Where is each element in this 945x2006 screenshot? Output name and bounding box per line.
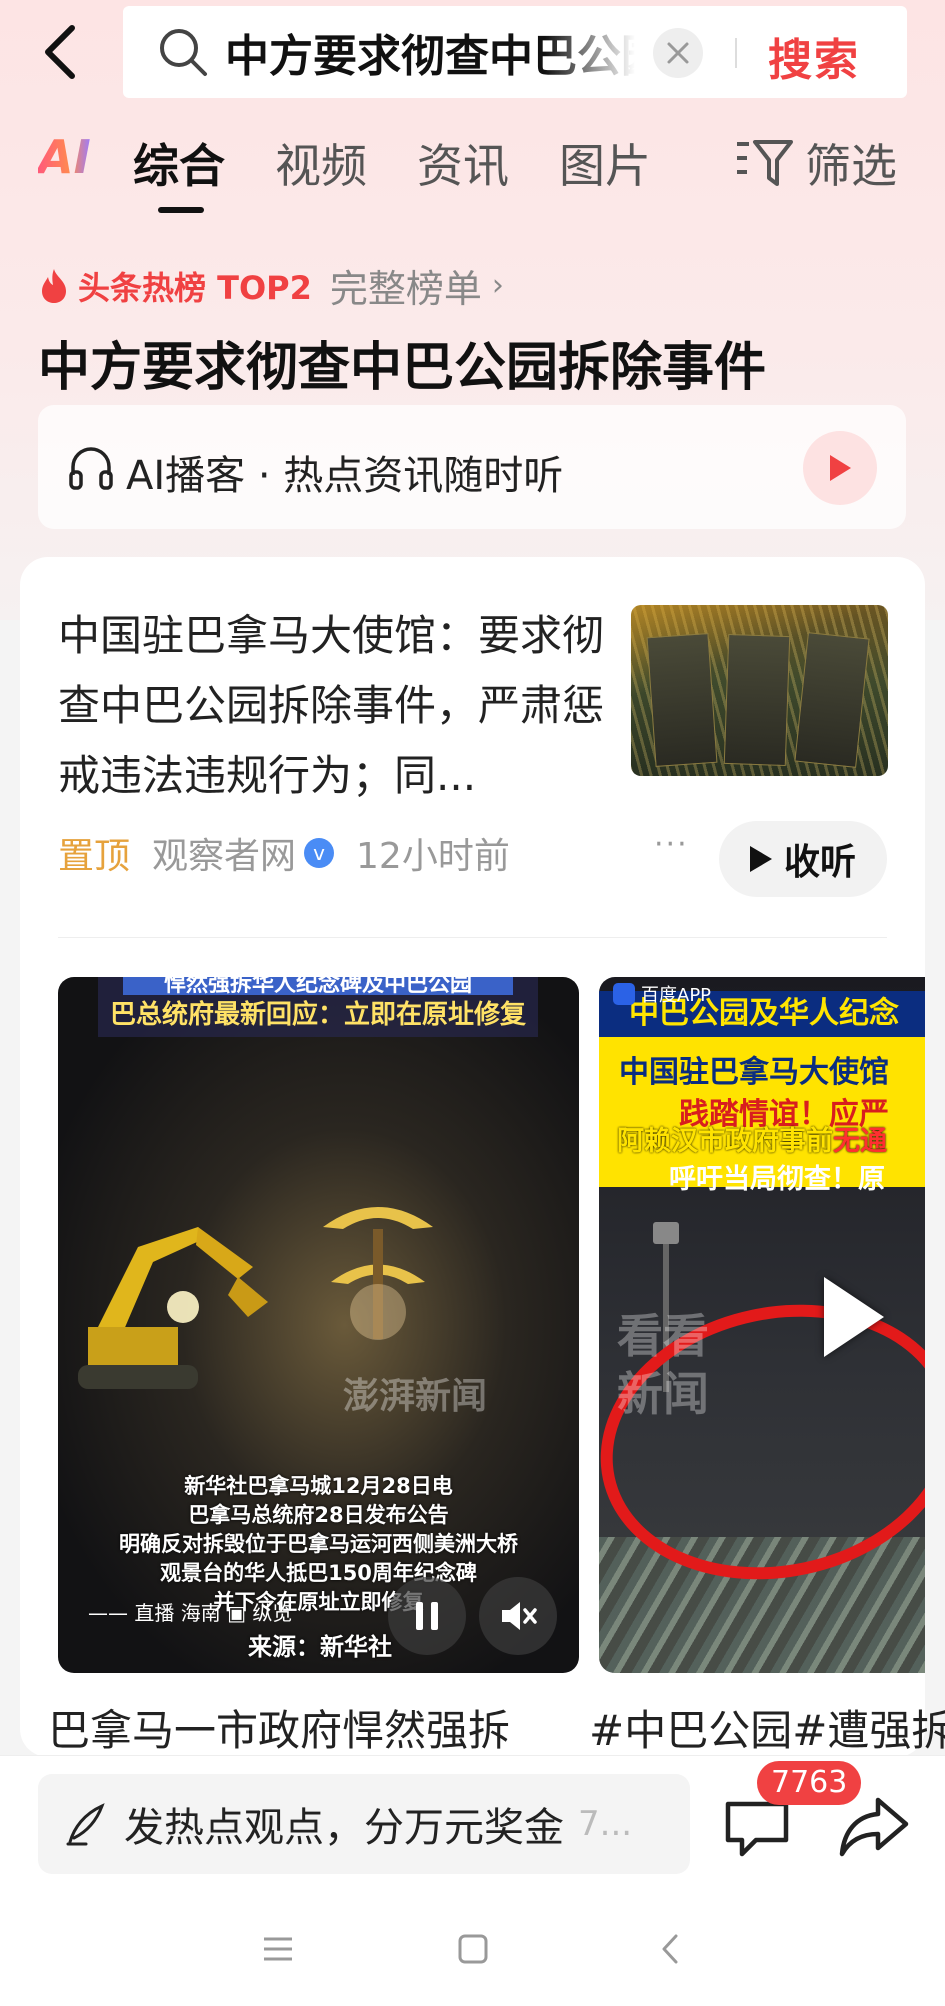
video-watermark: 看看 新闻 bbox=[617, 1307, 709, 1423]
red-line-text: 阿赖汉市政府事前 bbox=[617, 1126, 833, 1157]
podcast-play-button[interactable] bbox=[803, 431, 877, 505]
active-tab-indicator bbox=[158, 207, 204, 213]
video-banner-subtitle: 巴总统府最新回应：立即在原址修复 bbox=[109, 1000, 526, 1030]
tab-video[interactable]: 视频 bbox=[275, 130, 367, 196]
thumbnail-slab bbox=[646, 632, 718, 768]
close-icon bbox=[667, 42, 689, 64]
verified-icon: v bbox=[304, 838, 335, 868]
search-box[interactable]: 中方要求彻查中巴公园拆除事件 搜索 bbox=[123, 6, 907, 98]
tab-images[interactable]: 图片 bbox=[559, 130, 651, 196]
search-button[interactable]: 搜索 bbox=[768, 24, 860, 88]
news-thumbnail[interactable] bbox=[631, 605, 888, 776]
full-list-label: 完整榜单 bbox=[329, 267, 482, 311]
muted-speaker-icon bbox=[502, 1602, 537, 1630]
results-card: 中国驻巴拿马大使馆：要求彻查中巴公园拆除事件，严肃惩戒违法违规行为；同... 置… bbox=[20, 557, 945, 1758]
video-title-1[interactable]: 巴拿马一市政府悍然强拆 bbox=[48, 1697, 510, 1758]
category-tabs: AI 综合 视频 资讯 图片 筛选 bbox=[0, 130, 945, 220]
card-divider bbox=[58, 937, 887, 938]
tab-ai[interactable]: AI bbox=[38, 130, 91, 184]
news-meta: 置顶 观察者网 v 12小时前 bbox=[58, 827, 510, 879]
play-icon[interactable] bbox=[824, 1277, 884, 1357]
clear-search-button[interactable] bbox=[653, 28, 703, 78]
play-icon bbox=[749, 846, 772, 872]
video-banner: 悍然强拆华人纪念碑及中巴公园 巴总统府最新回应：立即在原址修复 bbox=[98, 977, 538, 1037]
home-button[interactable] bbox=[448, 1924, 498, 1974]
hot-list-link[interactable]: 头条热榜 TOP2 完整榜单 › bbox=[38, 258, 504, 313]
home-square-icon bbox=[458, 1934, 488, 1964]
video-source: 来源：新华社 bbox=[248, 1633, 392, 1661]
pinned-label: 置顶 bbox=[58, 836, 131, 877]
watermark-line: 新闻 bbox=[617, 1367, 709, 1421]
comment-extra: 7... bbox=[578, 1804, 633, 1844]
caption-line: 明确反对拆毁位于巴拿马运河西侧美洲大桥 bbox=[119, 1532, 518, 1556]
video-red-line: 阿赖汉市政府事前无通 bbox=[617, 1119, 887, 1158]
search-input[interactable]: 中方要求彻查中巴公园拆除事件 bbox=[225, 20, 635, 84]
publish-time: 12小时前 bbox=[356, 836, 510, 877]
pause-button[interactable] bbox=[388, 1577, 466, 1655]
comment-input[interactable]: 发热点观点，分万元奖金 7... bbox=[38, 1774, 690, 1874]
play-icon bbox=[830, 455, 851, 481]
caption-line: 新华社巴拿马城12月28日电 bbox=[184, 1474, 453, 1498]
system-navigation-bar bbox=[0, 1890, 945, 2006]
video-ticker: —— 直播 海南 ▣ 纵览 bbox=[88, 1601, 293, 1625]
more-options-button[interactable]: ··· bbox=[654, 827, 689, 862]
video-title-2[interactable]: #中巴公园#遭强拆 bbox=[589, 1697, 945, 1758]
tab-news[interactable]: 资讯 bbox=[417, 130, 509, 196]
menu-button[interactable] bbox=[253, 1924, 303, 1974]
video-card-1[interactable]: 悍然强拆华人纪念碑及中巴公园 巴总统府最新回应：立即在原址修复 澎湃新闻 新华社… bbox=[58, 977, 579, 1673]
red-line-emphasis: 无通 bbox=[833, 1126, 887, 1157]
baidu-app-icon bbox=[613, 983, 635, 1005]
app-label: 百度APP bbox=[641, 985, 712, 1006]
podcast-label: AI播客 · 热点资讯随时听 bbox=[126, 453, 564, 499]
chevron-right-icon: › bbox=[491, 268, 504, 303]
search-divider bbox=[735, 38, 737, 68]
back-arrow-icon bbox=[45, 25, 75, 79]
headphone-icon bbox=[69, 447, 113, 490]
tab-all[interactable]: 综合 bbox=[133, 130, 225, 196]
comment-icon[interactable] bbox=[722, 1796, 792, 1860]
video-white-line: 呼吁当局彻查！原 bbox=[669, 1164, 885, 1195]
search-icon bbox=[157, 26, 209, 78]
app-logo: 百度APP bbox=[613, 981, 711, 1007]
back-arrow-icon bbox=[662, 1934, 678, 1964]
nav-back-button[interactable] bbox=[645, 1924, 695, 1974]
hot-headline[interactable]: 中方要求彻查中巴公园拆除事件 bbox=[38, 325, 766, 400]
caption-line: 巴拿马总统府28日发布公告 bbox=[188, 1503, 449, 1527]
filter-label: 筛选 bbox=[805, 139, 897, 193]
share-icon[interactable] bbox=[838, 1794, 910, 1858]
yellow-line-1: 中国驻巴拿马大使馆 bbox=[619, 1055, 889, 1090]
mute-button[interactable] bbox=[479, 1577, 557, 1655]
video-banner-top: 悍然强拆华人纪念碑及中巴公园 bbox=[123, 977, 513, 995]
filter-button[interactable]: 筛选 bbox=[735, 130, 897, 196]
thumbnail-slab bbox=[723, 633, 791, 767]
watermark-line: 看看 bbox=[617, 1309, 709, 1363]
video-card-2[interactable]: 中巴公园及华人纪念 百度APP 中国驻巴拿马大使馆 践踏情谊！应严 阿赖汉市政府… bbox=[599, 977, 925, 1673]
video-watermark: 澎湃新闻 bbox=[343, 1376, 488, 1417]
excavator-icon bbox=[78, 1227, 268, 1389]
source-name[interactable]: 观察者网 bbox=[152, 827, 296, 879]
pavilion-icon bbox=[323, 1207, 433, 1340]
news-title[interactable]: 中国驻巴拿马大使馆：要求彻查中巴公园拆除事件，严肃惩戒违法违规行为；同... bbox=[58, 601, 608, 811]
thumbnail-slab bbox=[794, 632, 870, 768]
comment-prompt: 发热点观点，分万元奖金 bbox=[124, 1805, 564, 1851]
filter-icon bbox=[737, 140, 793, 186]
back-button[interactable] bbox=[30, 20, 90, 84]
comment-bar: 发热点观点，分万元奖金 7... 7763 bbox=[0, 1755, 945, 1890]
pen-icon bbox=[66, 1803, 105, 1846]
pause-icon bbox=[416, 1602, 438, 1630]
listen-label: 收听 bbox=[783, 842, 856, 883]
listen-button[interactable]: 收听 bbox=[719, 821, 887, 897]
flame-icon bbox=[42, 268, 66, 303]
ai-podcast-bar[interactable]: AI播客 · 热点资讯随时听 bbox=[38, 405, 906, 529]
hot-rank-label: 头条热榜 TOP2 bbox=[78, 268, 312, 307]
menu-icon bbox=[264, 1937, 292, 1961]
